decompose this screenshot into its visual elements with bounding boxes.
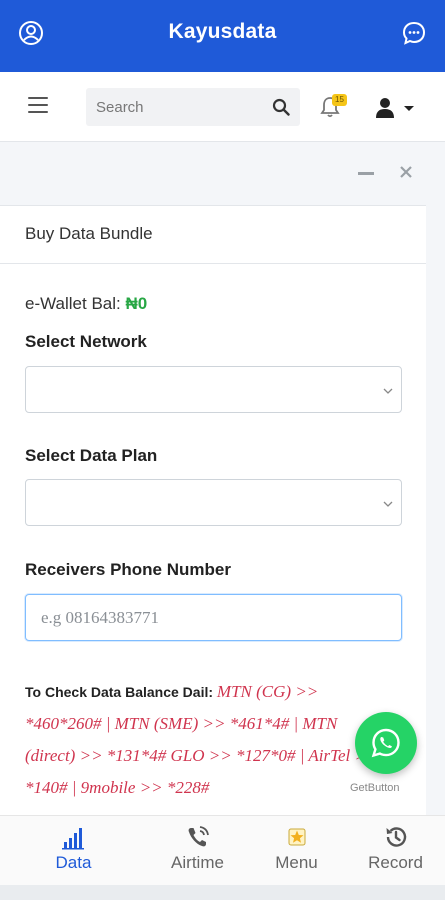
nav-tab-data-label: Data	[55, 853, 92, 872]
nav-tab-menu[interactable]: Menu	[241, 816, 352, 886]
network-label: Select Network	[25, 332, 147, 351]
search-icon[interactable]	[272, 98, 290, 116]
nav-tab-record-label: Record	[368, 853, 423, 872]
top-navbar: 15	[0, 72, 445, 142]
chevron-down-icon	[383, 383, 393, 394]
phone-field-wrapper	[25, 594, 402, 641]
card-tools	[0, 142, 433, 202]
nav-tab-airtime[interactable]: Airtime	[142, 816, 253, 886]
data-plan-label: Select Data Plan	[25, 446, 158, 465]
chevron-down-icon	[383, 496, 393, 507]
phone-number-input[interactable]	[26, 595, 401, 640]
user-menu-button[interactable]	[375, 96, 419, 120]
app-bar: Kayusdata	[0, 0, 445, 72]
wallet-amount: ₦0	[125, 294, 148, 313]
nav-tab-airtime-label: Airtime	[171, 853, 224, 872]
data-plan-select[interactable]	[25, 479, 402, 526]
nav-tab-data[interactable]: Data	[18, 816, 129, 886]
notification-badge: 15	[332, 94, 347, 106]
nav-tab-record[interactable]: Record	[340, 816, 445, 886]
app-title: Kayusdata	[168, 20, 277, 43]
history-icon	[383, 824, 409, 850]
balance-check-info: To Check Data Balance Dail: MTN (CG) >> …	[25, 676, 385, 804]
hamburger-menu-icon[interactable]	[28, 97, 48, 115]
whatsapp-button[interactable]	[355, 712, 417, 774]
phone-ringing-icon	[185, 824, 211, 850]
phone-label: Receivers Phone Number	[25, 560, 231, 579]
search-input[interactable]	[96, 88, 266, 126]
close-icon[interactable]	[398, 164, 414, 180]
wallet-label: e-Wallet Bal:	[25, 294, 126, 313]
search-box	[86, 88, 300, 126]
chat-icon[interactable]	[401, 20, 427, 46]
wallet-balance: e-Wallet Bal: ₦0	[25, 294, 147, 314]
signal-bars-icon	[61, 824, 87, 850]
whatsapp-icon	[371, 728, 400, 758]
balance-check-intro: To Check Data Balance Dail:	[25, 684, 217, 700]
minimize-icon[interactable]	[358, 172, 374, 175]
card-title: Buy Data Bundle	[0, 206, 426, 264]
getbutton-label: GetButton	[350, 782, 400, 794]
star-menu-icon	[284, 824, 310, 850]
network-select[interactable]	[25, 366, 402, 413]
nav-tab-menu-label: Menu	[275, 853, 318, 872]
bottom-navigation: Data Airtime Menu Record	[0, 815, 445, 885]
system-bottom-strip	[0, 885, 445, 900]
